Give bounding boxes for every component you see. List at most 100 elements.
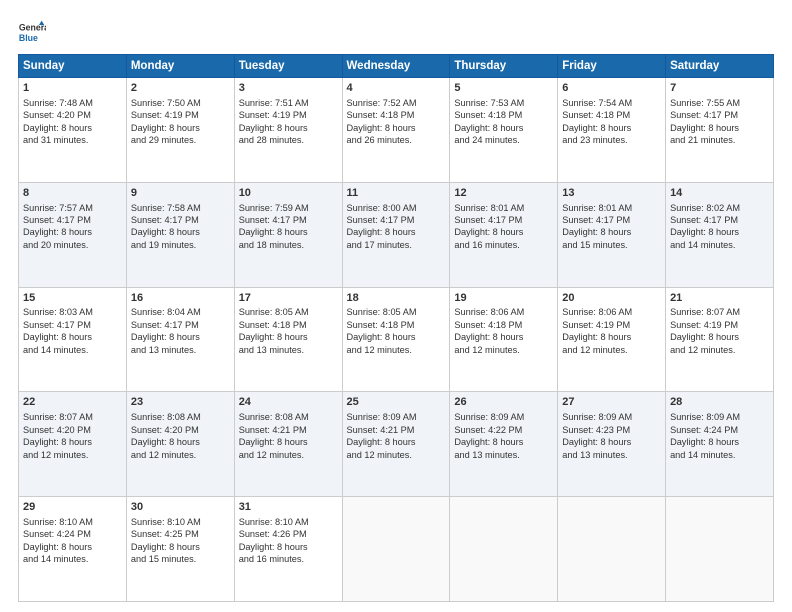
- col-tuesday: Tuesday: [234, 55, 342, 78]
- day-info: Sunrise: 7:48 AM: [23, 97, 122, 109]
- general-blue-logo-icon: General Blue: [18, 18, 46, 46]
- day-info: Sunset: 4:17 PM: [131, 319, 230, 331]
- table-row: 5Sunrise: 7:53 AMSunset: 4:18 PMDaylight…: [450, 78, 558, 183]
- day-number: 4: [347, 81, 446, 96]
- day-info: and 12 minutes.: [670, 344, 769, 356]
- day-info: Sunrise: 8:10 AM: [23, 516, 122, 528]
- day-number: 9: [131, 186, 230, 201]
- day-number: 26: [454, 395, 553, 410]
- day-info: and 29 minutes.: [131, 134, 230, 146]
- day-info: Daylight: 8 hours: [131, 122, 230, 134]
- day-number: 6: [562, 81, 661, 96]
- calendar-week-row: 15Sunrise: 8:03 AMSunset: 4:17 PMDayligh…: [19, 287, 774, 392]
- day-info: and 13 minutes.: [239, 344, 338, 356]
- day-info: Sunset: 4:26 PM: [239, 528, 338, 540]
- day-number: 16: [131, 291, 230, 306]
- day-info: Sunrise: 8:09 AM: [670, 411, 769, 423]
- day-info: and 17 minutes.: [347, 239, 446, 251]
- day-info: Sunset: 4:18 PM: [347, 319, 446, 331]
- day-info: Sunrise: 8:02 AM: [670, 202, 769, 214]
- day-info: Daylight: 8 hours: [239, 122, 338, 134]
- day-info: Daylight: 8 hours: [454, 122, 553, 134]
- table-row: 13Sunrise: 8:01 AMSunset: 4:17 PMDayligh…: [558, 182, 666, 287]
- table-row: 24Sunrise: 8:08 AMSunset: 4:21 PMDayligh…: [234, 392, 342, 497]
- day-info: Daylight: 8 hours: [454, 226, 553, 238]
- day-info: Sunset: 4:17 PM: [23, 214, 122, 226]
- table-row: 27Sunrise: 8:09 AMSunset: 4:23 PMDayligh…: [558, 392, 666, 497]
- day-info: Daylight: 8 hours: [347, 331, 446, 343]
- day-info: Sunset: 4:19 PM: [131, 109, 230, 121]
- day-info: Daylight: 8 hours: [239, 226, 338, 238]
- table-row: 7Sunrise: 7:55 AMSunset: 4:17 PMDaylight…: [666, 78, 774, 183]
- day-info: Sunset: 4:23 PM: [562, 424, 661, 436]
- day-info: and 14 minutes.: [23, 553, 122, 565]
- table-row: 11Sunrise: 8:00 AMSunset: 4:17 PMDayligh…: [342, 182, 450, 287]
- day-number: 28: [670, 395, 769, 410]
- day-number: 17: [239, 291, 338, 306]
- col-monday: Monday: [126, 55, 234, 78]
- day-info: Sunset: 4:17 PM: [562, 214, 661, 226]
- day-info: Sunset: 4:19 PM: [562, 319, 661, 331]
- day-number: 7: [670, 81, 769, 96]
- day-number: 12: [454, 186, 553, 201]
- day-number: 11: [347, 186, 446, 201]
- day-number: 27: [562, 395, 661, 410]
- table-row: 26Sunrise: 8:09 AMSunset: 4:22 PMDayligh…: [450, 392, 558, 497]
- day-info: Sunrise: 7:57 AM: [23, 202, 122, 214]
- day-info: Sunset: 4:17 PM: [670, 109, 769, 121]
- day-info: Sunset: 4:18 PM: [239, 319, 338, 331]
- day-info: Sunrise: 8:09 AM: [562, 411, 661, 423]
- calendar-week-row: 29Sunrise: 8:10 AMSunset: 4:24 PMDayligh…: [19, 497, 774, 602]
- col-sunday: Sunday: [19, 55, 127, 78]
- day-number: 19: [454, 291, 553, 306]
- table-row: 30Sunrise: 8:10 AMSunset: 4:25 PMDayligh…: [126, 497, 234, 602]
- day-info: Sunrise: 8:04 AM: [131, 306, 230, 318]
- day-number: 13: [562, 186, 661, 201]
- page: General Blue Sunday Monday Tuesday Wedne…: [0, 0, 792, 612]
- table-row: 16Sunrise: 8:04 AMSunset: 4:17 PMDayligh…: [126, 287, 234, 392]
- table-row: 10Sunrise: 7:59 AMSunset: 4:17 PMDayligh…: [234, 182, 342, 287]
- table-row: 15Sunrise: 8:03 AMSunset: 4:17 PMDayligh…: [19, 287, 127, 392]
- calendar-table: Sunday Monday Tuesday Wednesday Thursday…: [18, 54, 774, 602]
- day-info: Daylight: 8 hours: [131, 331, 230, 343]
- day-info: Daylight: 8 hours: [131, 541, 230, 553]
- day-info: Sunrise: 8:07 AM: [670, 306, 769, 318]
- table-row: 31Sunrise: 8:10 AMSunset: 4:26 PMDayligh…: [234, 497, 342, 602]
- header: General Blue: [18, 18, 774, 46]
- day-info: Sunrise: 7:58 AM: [131, 202, 230, 214]
- day-number: 30: [131, 500, 230, 515]
- day-info: and 15 minutes.: [562, 239, 661, 251]
- day-info: Daylight: 8 hours: [239, 436, 338, 448]
- day-info: Sunset: 4:20 PM: [131, 424, 230, 436]
- day-info: Sunrise: 7:53 AM: [454, 97, 553, 109]
- table-row: [558, 497, 666, 602]
- day-info: Daylight: 8 hours: [562, 226, 661, 238]
- day-info: Daylight: 8 hours: [562, 436, 661, 448]
- day-info: and 12 minutes.: [562, 344, 661, 356]
- table-row: 19Sunrise: 8:06 AMSunset: 4:18 PMDayligh…: [450, 287, 558, 392]
- day-info: and 14 minutes.: [23, 344, 122, 356]
- day-number: 20: [562, 291, 661, 306]
- day-info: Sunset: 4:19 PM: [670, 319, 769, 331]
- day-number: 10: [239, 186, 338, 201]
- day-info: Sunrise: 8:08 AM: [131, 411, 230, 423]
- table-row: 1Sunrise: 7:48 AMSunset: 4:20 PMDaylight…: [19, 78, 127, 183]
- day-info: Sunset: 4:24 PM: [670, 424, 769, 436]
- col-friday: Friday: [558, 55, 666, 78]
- logo: General Blue: [18, 18, 50, 46]
- day-info: Sunrise: 7:50 AM: [131, 97, 230, 109]
- day-info: and 31 minutes.: [23, 134, 122, 146]
- day-info: and 12 minutes.: [23, 449, 122, 461]
- table-row: [450, 497, 558, 602]
- table-row: 14Sunrise: 8:02 AMSunset: 4:17 PMDayligh…: [666, 182, 774, 287]
- table-row: 8Sunrise: 7:57 AMSunset: 4:17 PMDaylight…: [19, 182, 127, 287]
- col-thursday: Thursday: [450, 55, 558, 78]
- day-info: Sunrise: 8:10 AM: [239, 516, 338, 528]
- day-info: Sunrise: 8:00 AM: [347, 202, 446, 214]
- day-info: Sunrise: 8:07 AM: [23, 411, 122, 423]
- calendar-week-row: 22Sunrise: 8:07 AMSunset: 4:20 PMDayligh…: [19, 392, 774, 497]
- day-info: Sunset: 4:17 PM: [239, 214, 338, 226]
- day-number: 15: [23, 291, 122, 306]
- day-info: Sunrise: 8:03 AM: [23, 306, 122, 318]
- calendar-week-row: 8Sunrise: 7:57 AMSunset: 4:17 PMDaylight…: [19, 182, 774, 287]
